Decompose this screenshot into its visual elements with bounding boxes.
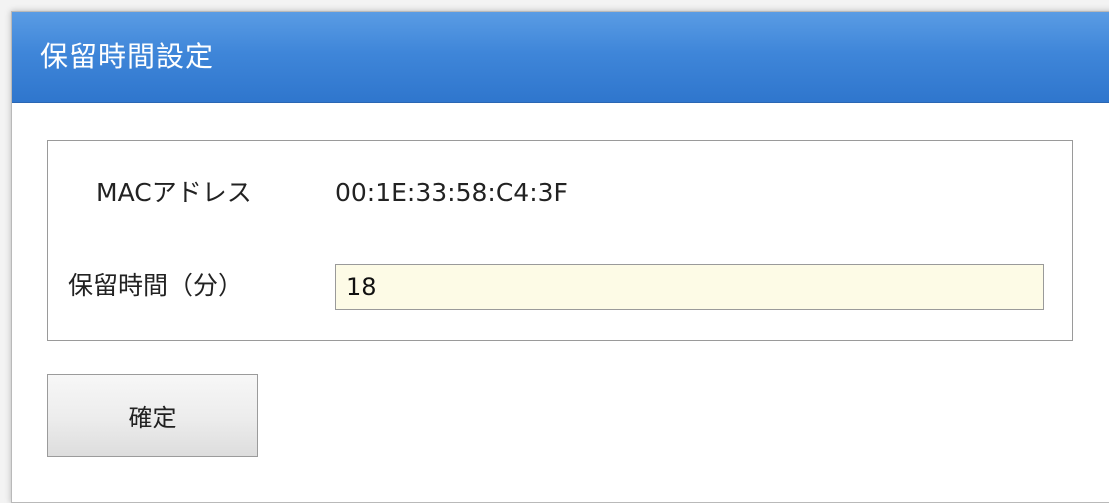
- confirm-button[interactable]: 確定: [47, 374, 258, 457]
- dialog-titlebar: 保留時間設定: [12, 12, 1109, 103]
- hold-time-input[interactable]: [335, 264, 1044, 310]
- mac-address-label: MACアドレス: [96, 178, 252, 207]
- hold-time-settings-dialog: 保留時間設定 MACアドレス 00:1E:33:58:C4:3F 保留時間（分）…: [11, 11, 1109, 503]
- mac-address-value: 00:1E:33:58:C4:3F: [335, 178, 568, 207]
- dialog-title: 保留時間設定: [40, 40, 215, 73]
- settings-form-panel: MACアドレス 00:1E:33:58:C4:3F 保留時間（分）: [47, 140, 1073, 341]
- hold-time-label: 保留時間（分）: [68, 271, 244, 300]
